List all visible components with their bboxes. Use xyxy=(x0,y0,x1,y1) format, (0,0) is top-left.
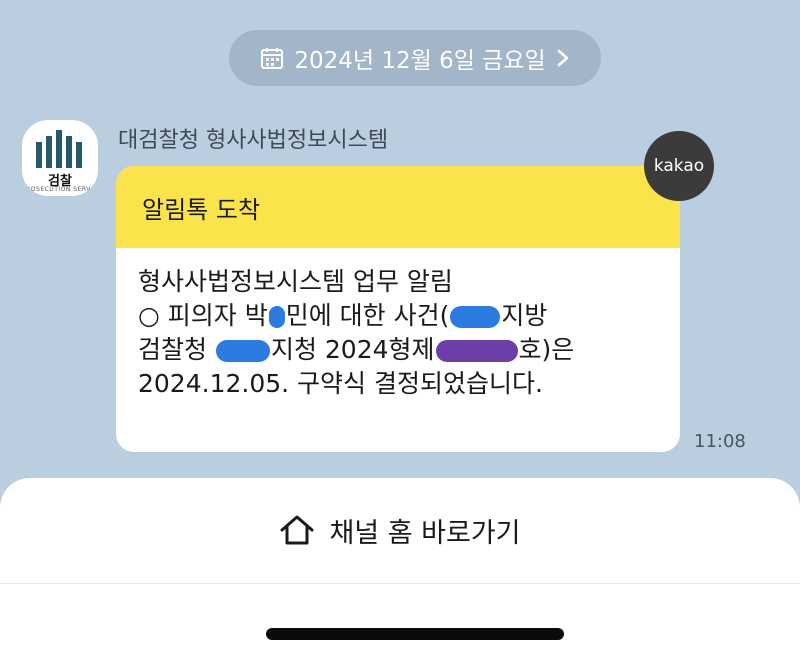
message-bubble[interactable]: 알림톡 도착 형사사법정보시스템 업무 알림 ○ 피의자 박민에 대한 사건(지… xyxy=(116,166,680,452)
message-line: 2024.12.05. 구약식 결정되었습니다. xyxy=(138,367,660,401)
redaction-mark xyxy=(436,340,518,362)
redaction-mark xyxy=(450,306,500,328)
message-body: 형사사법정보시스템 업무 알림 ○ 피의자 박민에 대한 사건(지방 검찰청 지… xyxy=(116,248,680,401)
channel-home-button[interactable]: 채널 홈 바로가기 xyxy=(0,478,800,582)
message-time: 11:08 xyxy=(694,431,746,452)
channel-home-label: 채널 홈 바로가기 xyxy=(329,511,520,550)
sender-avatar[interactable]: 검찰 PROSECUTION SERVICE xyxy=(22,120,98,196)
date-label: 2024년 12월 6일 금요일 xyxy=(294,41,545,75)
message-title-text: 알림톡 도착 xyxy=(142,190,260,225)
sender-name: 대검찰청 형사사법정보시스템 xyxy=(118,122,388,154)
message-title: 알림톡 도착 xyxy=(116,166,680,248)
message-line: 형사사법정보시스템 업무 알림 xyxy=(138,265,660,299)
home-icon xyxy=(279,514,315,546)
date-separator[interactable]: 2024년 12월 6일 금요일 xyxy=(229,30,601,86)
message-line: 검찰청 지청 2024형제호)은 xyxy=(138,333,660,367)
kakao-badge: kakao xyxy=(644,131,714,201)
home-indicator[interactable] xyxy=(266,628,564,640)
chevron-right-icon xyxy=(556,48,570,68)
divider xyxy=(0,583,800,584)
redaction-mark xyxy=(269,306,285,328)
calendar-icon xyxy=(260,46,284,70)
redaction-mark xyxy=(216,340,270,362)
prosecution-logo-icon xyxy=(36,128,84,168)
avatar-logo-subtext: PROSECUTION SERVICE xyxy=(22,186,98,193)
message-line: ○ 피의자 박민에 대한 사건(지방 xyxy=(138,299,660,333)
